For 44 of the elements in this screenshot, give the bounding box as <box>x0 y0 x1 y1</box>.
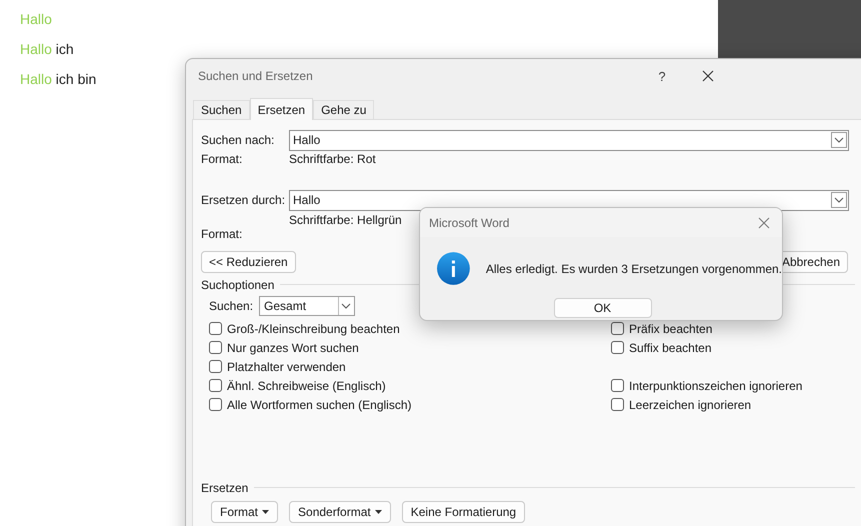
checkbox[interactable]: Ähnl. Schreibweise (Englisch) <box>209 376 611 395</box>
checkbox[interactable]: Leerzeichen ignorieren <box>611 395 802 414</box>
format-button[interactable]: Sonderformat <box>289 501 391 523</box>
dropdown-icon[interactable] <box>831 192 847 208</box>
group-title: Ersetzen <box>201 480 248 494</box>
checkbox[interactable]: Alle Wortformen suchen (Englisch) <box>209 395 611 414</box>
document-text: ich bin <box>56 71 96 87</box>
tab[interactable]: Gehe zu <box>313 100 374 119</box>
document-text: Hallo <box>20 11 52 27</box>
caret-icon <box>262 510 270 514</box>
close-icon <box>758 216 770 228</box>
format-label: Format: <box>201 152 244 166</box>
format-label: Format: <box>201 227 244 241</box>
checkbox[interactable]: Groß-/Kleinschreibung beachten <box>209 319 611 338</box>
format-value: Schriftfarbe: Hellgrün <box>289 212 402 227</box>
window-title: Microsoft Word <box>429 216 510 230</box>
checkbox[interactable]: Suffix beachten <box>611 338 802 357</box>
caret-icon <box>374 510 382 514</box>
close-icon <box>702 70 714 82</box>
search-field[interactable]: Hallo <box>289 130 849 150</box>
document-text: Hallo <box>20 41 52 57</box>
less-button[interactable]: << Reduzieren <box>201 251 296 273</box>
field-label: Ersetzen durch: <box>201 193 286 207</box>
document-text: ich <box>56 41 74 57</box>
help-button[interactable]: ? <box>639 61 685 91</box>
search-label: Suchen: <box>209 299 254 313</box>
info-icon <box>437 252 470 285</box>
group-title: Suchoptionen <box>201 278 274 292</box>
dropdown-icon[interactable] <box>831 132 847 148</box>
checkbox[interactable]: Präfix beachten <box>611 319 802 338</box>
replace-field[interactable]: Hallo <box>289 190 849 210</box>
search-dropdown[interactable]: Gesamt <box>259 296 356 316</box>
format-button[interactable]: Format <box>211 501 278 523</box>
document-text: Hallo <box>20 71 52 87</box>
tab[interactable]: Ersetzen <box>250 98 314 120</box>
checkbox[interactable]: Nur ganzes Wort suchen <box>209 338 611 357</box>
format-button[interactable]: Keine Formatierung <box>402 501 526 523</box>
field-label: Suchen nach: <box>201 133 276 147</box>
tab[interactable]: Suchen <box>193 100 250 119</box>
checkbox[interactable]: Platzhalter verwenden <box>209 357 611 376</box>
ok-button[interactable]: OK <box>554 298 652 318</box>
window-title: Suchen und Ersetzen <box>198 69 314 83</box>
checkbox[interactable]: Interpunktionszeichen ignorieren <box>611 376 802 395</box>
format-value: Schriftfarbe: Rot <box>289 152 376 166</box>
